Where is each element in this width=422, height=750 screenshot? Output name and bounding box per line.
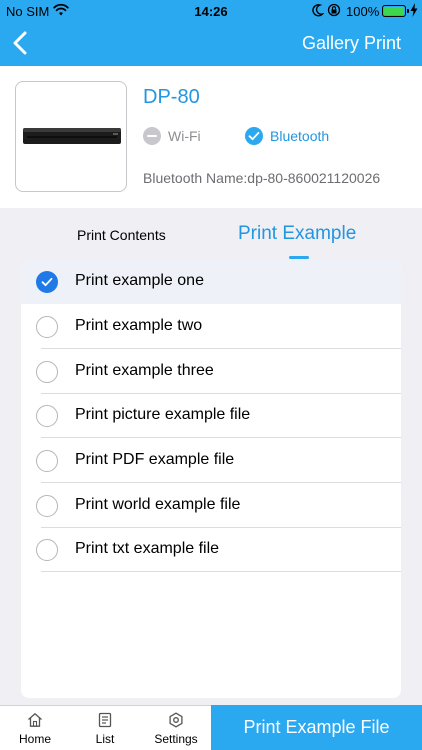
list-item[interactable]: Print world example file [21, 483, 401, 528]
rotation-lock-icon [327, 3, 341, 17]
list-item-label: Print picture example file [75, 406, 251, 423]
list-item-label: Print PDF example file [75, 451, 235, 468]
list-item[interactable]: Print txt example file [21, 527, 401, 572]
tab-settings-label: Settings [154, 732, 198, 746]
list-item[interactable]: Print PDF example file [21, 438, 401, 483]
list-icon [98, 712, 112, 728]
list-item-label: Print example two [75, 317, 203, 334]
wifi-label: Wi-Fi [168, 128, 201, 144]
status-bar: No SIM 14:26 100% [0, 0, 422, 22]
page-title: Gallery Print [301, 33, 401, 53]
radio-icon [36, 316, 58, 338]
device-name: DP-80 [143, 86, 200, 108]
radio-icon [36, 361, 58, 383]
tab-home-label: Home [18, 732, 51, 746]
tab-settings[interactable]: Settings [141, 706, 211, 750]
list-item-label: Print world example file [75, 496, 241, 513]
list-item[interactable]: Print example two [21, 304, 401, 349]
moon-icon [312, 4, 324, 17]
wifi-radio-icon [143, 127, 161, 145]
tab-list-label: List [95, 732, 115, 746]
bluetooth-option[interactable]: Bluetooth [245, 127, 329, 145]
list-item-label: Print example three [75, 362, 214, 379]
bluetooth-device-name: Bluetooth Name:dp-80-860021120026 [143, 170, 381, 186]
print-example-file-button[interactable]: Print Example File [211, 705, 422, 750]
list-item[interactable]: Print example one [21, 259, 401, 304]
header-bar: No SIM 14:26 100% Gallery Print [0, 0, 422, 66]
radio-icon [36, 539, 58, 561]
radio-icon [36, 405, 58, 427]
home-icon [28, 713, 42, 727]
list-item-label: Print example one [75, 272, 204, 289]
tab-list[interactable]: List [70, 706, 140, 750]
device-card: DP-80 Wi-Fi Bluetooth Bluetooth Name:dp-… [0, 66, 422, 208]
chevron-left-icon[interactable] [10, 30, 32, 56]
divider [41, 571, 401, 572]
bolt-icon [410, 3, 418, 17]
list-item[interactable]: Print picture example file [21, 393, 401, 438]
battery-percent: 100% [346, 4, 380, 19]
examples-list: Print example one Print example two Prin… [21, 259, 401, 698]
checkmark-icon [36, 271, 58, 293]
battery-full-icon [382, 5, 409, 17]
settings-icon [169, 712, 183, 728]
tab-home[interactable]: Home [0, 706, 70, 750]
printer-thumbnail [15, 81, 127, 192]
checkmark-icon [245, 127, 263, 145]
list-item[interactable]: Print example three [21, 349, 401, 394]
radio-icon [36, 450, 58, 472]
list-item-label: Print txt example file [75, 540, 220, 557]
radio-icon [36, 495, 58, 517]
bluetooth-label: Bluetooth [270, 128, 330, 144]
wifi-option[interactable]: Wi-Fi [143, 127, 201, 145]
tab-print-contents[interactable]: Print Contents [77, 227, 166, 243]
tab-print-example[interactable]: Print Example [238, 223, 356, 245]
printer-image [23, 128, 121, 144]
